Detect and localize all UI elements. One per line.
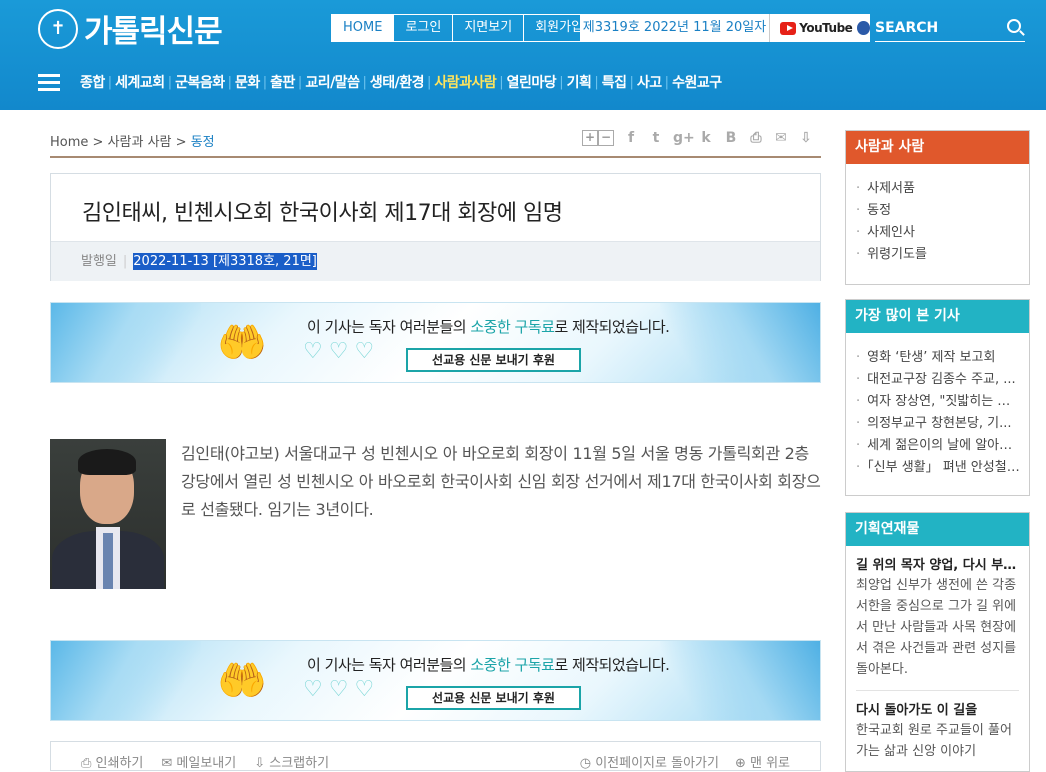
- logo-emblem-icon: ✝: [38, 8, 78, 49]
- sidebar-series-title: 기획연재물: [846, 513, 1029, 546]
- popular-item[interactable]: 영화 ‘탄생’ 제작 보고회: [856, 347, 1021, 369]
- sidebar-item[interactable]: 사제서품: [856, 178, 1021, 200]
- nav-item[interactable]: 생태/환경: [370, 72, 425, 92]
- sidebar-popular-box: 가장 많이 본 기사 영화 ‘탄생’ 제작 보고회 대전교구장 김종수 주교, …: [845, 299, 1030, 496]
- nav-item[interactable]: 문화: [235, 72, 260, 92]
- nav-item[interactable]: 교리/말씀: [305, 72, 360, 92]
- search-label: SEARCH: [875, 20, 939, 36]
- print-icon[interactable]: ⎙: [748, 130, 764, 146]
- top-nav-home[interactable]: HOME: [331, 14, 395, 42]
- article-meta: 발행일 | 2022-11-13 [제3318호, 21면]: [51, 241, 820, 281]
- sidebar-series-box: 기획연재물 길 위의 목자 양업, 다시 부치... 최양업 신부가 생전에 쓴…: [845, 512, 1030, 772]
- sidebar-item[interactable]: 동정: [856, 200, 1021, 222]
- nav-item[interactable]: 사고: [637, 72, 662, 92]
- sidebar-people-box: 사람과 사람 사제서품 동정 사제인사 위령기도를: [845, 130, 1030, 285]
- breadcrumb-home[interactable]: Home: [50, 135, 88, 150]
- kakao-icon[interactable]: k: [698, 130, 714, 146]
- article-tools: + − f t g+ k B ⎙ ✉ ⇩: [582, 130, 814, 146]
- heart-hands-icon: 🤲: [217, 320, 267, 366]
- popular-item[interactable]: 「신부 생활」 펴낸 안성철 ...: [856, 457, 1021, 479]
- popular-item[interactable]: 여자 장상연, "짓밟히는 생...: [856, 391, 1021, 413]
- top-button[interactable]: ⊕ 맨 위로: [735, 752, 790, 771]
- search-box[interactable]: SEARCH: [875, 14, 1025, 42]
- nav-item[interactable]: 세계교회: [115, 72, 165, 92]
- banner-message: 이 기사는 독자 여러분들의 소중한 구독료로 제작되었습니다.: [307, 656, 670, 674]
- facebook-icon[interactable]: f: [623, 130, 639, 146]
- nav-item[interactable]: 종합: [80, 72, 105, 92]
- breadcrumb-separator: >: [92, 135, 104, 150]
- divider: [50, 156, 821, 158]
- series-item-title[interactable]: 길 위의 목자 양업, 다시 부치...: [856, 554, 1019, 573]
- sidebar-item[interactable]: 위령기도를: [856, 244, 1021, 266]
- series-item-desc: 최양업 신부가 생전에 쓴 각종 서한을 중심으로 그가 길 위에서 만난 사람…: [856, 578, 1017, 677]
- back-button[interactable]: ◷ 이전페이지로 돌아가기: [580, 752, 719, 771]
- nav-item[interactable]: 열린마당: [507, 72, 557, 92]
- nav-item[interactable]: 군복음화: [175, 72, 225, 92]
- article-title: 김인태씨, 빈첸시오회 한국이사회 제17대 회장에 임명: [82, 201, 563, 226]
- top-nav-paper-view[interactable]: 지면보기: [453, 14, 525, 42]
- zoom-in-icon[interactable]: +: [582, 130, 598, 146]
- series-item-desc: 한국교회 원로 주교들이 풀어가는 삶과 신앙 이야기: [856, 723, 1012, 759]
- series-item[interactable]: 길 위의 목자 양업, 다시 부치... 최양업 신부가 생전에 쓴 각종 서한…: [846, 546, 1029, 680]
- sidebar-item[interactable]: 사제인사: [856, 222, 1021, 244]
- popular-item[interactable]: 의정부교구 창현본당, 기...: [856, 413, 1021, 435]
- googleplus-icon[interactable]: g+: [673, 130, 695, 146]
- article-actions: ⎙ 인쇄하기 ✉ 메일보내기 ⇩ 스크랩하기 ◷ 이전페이지로 돌아가기 ⊕ 맨…: [50, 741, 821, 771]
- issue-info[interactable]: 제3319호 2022년 11월 20일자: [580, 14, 769, 42]
- breadcrumb-current[interactable]: 동정: [191, 135, 215, 150]
- scrap-icon[interactable]: ⇩: [798, 130, 814, 146]
- breadcrumb-section[interactable]: 사람과 사람: [108, 135, 172, 150]
- globe-icon: [857, 21, 870, 35]
- top-nav: HOME 로그인 지면보기 회원가입: [331, 14, 596, 42]
- series-item-title[interactable]: 다시 돌아가도 이 길을: [856, 699, 1019, 718]
- donate-button[interactable]: 선교용 신문 보내기 후원: [406, 686, 581, 710]
- series-item[interactable]: 다시 돌아가도 이 길을 한국교회 원로 주교들이 풀어가는 삶과 신앙 이야기: [846, 691, 1029, 762]
- logo-text: 가톨릭신문: [84, 14, 223, 50]
- zoom-out-icon[interactable]: −: [598, 130, 614, 146]
- main-nav: 종합 | 세계교회 | 군복음화 | 문화 | 출판 | 교리/말씀 | 생태/환경 | 사람…: [80, 72, 722, 92]
- email-button[interactable]: ✉ 메일보내기: [161, 752, 236, 771]
- article-header: 김인태씨, 빈첸시오회 한국이사회 제17대 회장에 임명 발행일 | 2022-1…: [50, 173, 821, 281]
- nav-item[interactable]: 기획: [567, 72, 592, 92]
- twitter-icon[interactable]: t: [648, 130, 664, 146]
- email-icon[interactable]: ✉: [773, 130, 789, 146]
- site-header: ✝ 가톨릭신문 HOME 로그인 지면보기 회원가입 제3319호 2022년 …: [0, 0, 1046, 110]
- breadcrumb-separator: >: [175, 135, 187, 150]
- popular-item[interactable]: 세계 젊은이의 날에 알아보...: [856, 435, 1021, 457]
- meta-date: 2022-11-13 [제3318호, 21면]: [133, 253, 317, 270]
- youtube-label: YouTube: [799, 21, 853, 35]
- nav-item[interactable]: 수원교구: [672, 72, 722, 92]
- blog-icon[interactable]: B: [723, 130, 739, 146]
- popular-item[interactable]: 대전교구장 김종수 주교, ...: [856, 369, 1021, 391]
- heart-hands-icon: 🤲: [217, 658, 267, 704]
- sidebar-people-title[interactable]: 사람과 사람: [846, 131, 1029, 164]
- nav-item[interactable]: 출판: [270, 72, 295, 92]
- top-nav-login[interactable]: 로그인: [394, 14, 454, 42]
- menu-icon[interactable]: [38, 74, 60, 91]
- youtube-link[interactable]: YouTube: [769, 14, 870, 42]
- print-button[interactable]: ⎙ 인쇄하기: [81, 752, 143, 771]
- sidebar-popular-title: 가장 많이 본 기사: [846, 300, 1029, 333]
- donate-button[interactable]: 선교용 신문 보내기 후원: [406, 348, 581, 372]
- subscription-banner[interactable]: 🤲 ♡♡♡ 이 기사는 독자 여러분들의 소중한 구독료로 제작되었습니다. 선…: [50, 302, 821, 383]
- subscription-banner[interactable]: 🤲 ♡♡♡ 이 기사는 독자 여러분들의 소중한 구독료로 제작되었습니다. 선…: [50, 640, 821, 721]
- banner-message: 이 기사는 독자 여러분들의 소중한 구독료로 제작되었습니다.: [307, 318, 670, 336]
- article-photo: [50, 439, 166, 589]
- site-logo[interactable]: ✝ 가톨릭신문: [38, 6, 223, 51]
- nav-item[interactable]: 특집: [602, 72, 627, 92]
- article-body: 김인태(야고보) 서울대교구 성 빈첸시오 아 바오로회 회장이 11월 5일 …: [181, 444, 821, 519]
- meta-label: 발행일: [81, 254, 117, 269]
- search-icon[interactable]: [1007, 19, 1021, 33]
- breadcrumb: Home > 사람과 사람 > 동정: [50, 131, 215, 150]
- scrap-button[interactable]: ⇩ 스크랩하기: [254, 752, 329, 771]
- nav-item-active[interactable]: 사람과사람: [434, 72, 496, 92]
- youtube-play-icon: [780, 21, 797, 35]
